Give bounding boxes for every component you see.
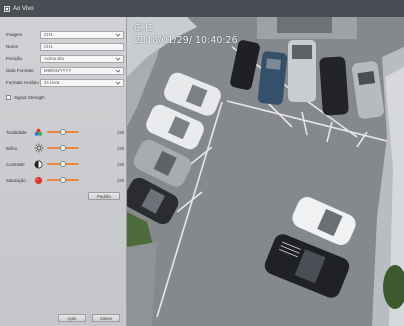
field-row-formato-horario: Formato Horário 24 Hora — [6, 78, 124, 87]
slider-value: 128 — [116, 129, 124, 135]
slider-knob[interactable] — [59, 129, 66, 135]
sun-icon — [34, 143, 44, 153]
brightness-slider[interactable] — [46, 145, 79, 151]
slider-row-saturacao: Saturação 128 — [6, 175, 124, 185]
hue-slider[interactable] — [46, 129, 79, 135]
chevron-down-icon — [115, 32, 121, 38]
field-label: Imagem — [6, 32, 23, 37]
field-label: Nome — [6, 44, 19, 49]
saturation-icon — [34, 175, 44, 185]
field-row-data-formato: Data Formato MM/DD/YYYY — [6, 66, 124, 75]
date-format-select[interactable]: MM/DD/YYYY — [40, 66, 124, 75]
save-button[interactable]: Salvar — [92, 314, 120, 322]
window-title: Ao Vivo — [13, 5, 34, 12]
slider-row-tonalidade: Tonalidade 128 — [6, 127, 124, 137]
signal-strength-label: Signal Strength — [14, 95, 45, 100]
signal-strength-checkbox[interactable] — [6, 95, 11, 100]
color-wheel-icon — [34, 127, 44, 137]
title-bar: Ao Vivo — [0, 0, 404, 17]
apply-button[interactable]: Aplic — [58, 314, 86, 322]
slider-label: Brilho — [6, 145, 17, 151]
slider-row-contraste: Contraste 128 — [6, 159, 124, 169]
contrast-slider[interactable] — [46, 161, 79, 167]
contrast-icon — [34, 159, 44, 169]
camera-image — [127, 17, 404, 326]
field-label: Data Formato — [6, 68, 34, 73]
app-icon — [4, 5, 10, 12]
settings-panel: Imagem CH1 Nome CH1 Posição Acima alto D… — [0, 17, 127, 326]
chevron-down-icon — [115, 68, 121, 74]
saturation-slider[interactable] — [46, 177, 79, 183]
slider-value: 128 — [116, 177, 124, 183]
position-select[interactable]: Acima alto — [40, 54, 124, 63]
name-input[interactable]: CH1 — [40, 42, 124, 51]
slider-knob[interactable] — [59, 145, 66, 151]
slider-value: 128 — [116, 161, 124, 167]
slider-label: Saturação — [6, 177, 26, 183]
slider-row-brilho: Brilho 128 — [6, 143, 124, 153]
chevron-down-icon — [115, 80, 121, 86]
slider-value: 128 — [116, 145, 124, 151]
slider-knob[interactable] — [59, 161, 66, 167]
live-view-window: Ao Vivo Imagem CH1 Nome CH1 Posição Acim… — [0, 0, 404, 326]
signal-strength-row: Signal Strength — [6, 95, 45, 100]
camera-feed[interactable]: CH1 2018/01/29/ 10:40:26 — [127, 17, 404, 326]
slider-label: Tonalidade — [6, 129, 27, 135]
chevron-down-icon — [115, 56, 121, 62]
time-format-select[interactable]: 24 Hora — [40, 78, 124, 87]
channel-select[interactable]: CH1 — [40, 30, 124, 39]
field-label: Formato Horário — [6, 80, 39, 85]
channel-osd: CH1 — [134, 23, 154, 34]
slider-knob[interactable] — [59, 177, 66, 183]
slider-label: Contraste — [6, 161, 25, 167]
datetime-osd: 2018/01/29/ 10:40:26 — [134, 35, 238, 46]
default-button[interactable]: Padrão — [88, 192, 120, 200]
field-row-imagem: Imagem CH1 — [6, 30, 124, 39]
field-row-posicao: Posição Acima alto — [6, 54, 124, 63]
field-label: Posição — [6, 56, 23, 61]
field-row-nome: Nome CH1 — [6, 42, 124, 51]
